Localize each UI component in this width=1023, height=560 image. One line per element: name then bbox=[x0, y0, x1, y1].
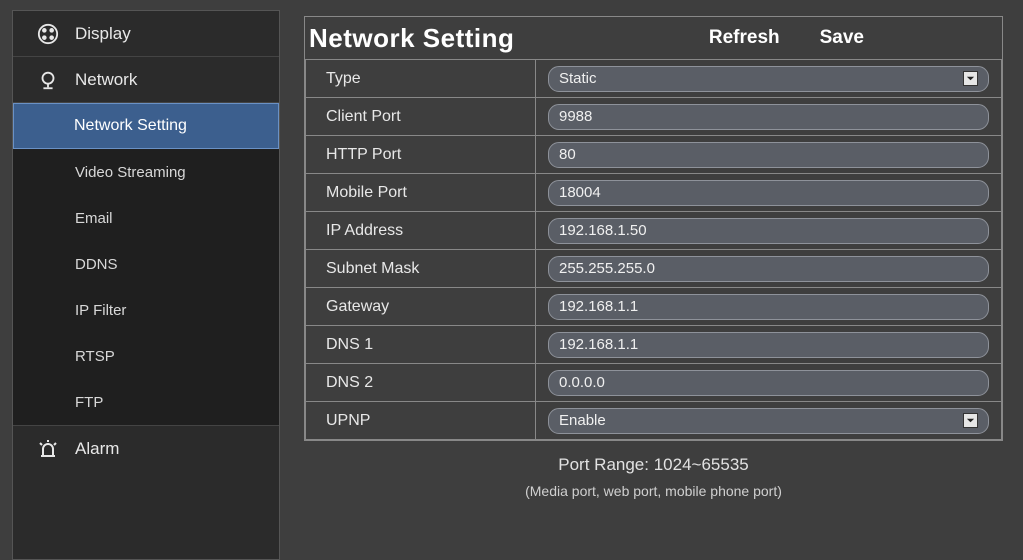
sidebar-item-label: Network Setting bbox=[74, 117, 187, 135]
port-range-sub: (Media port, web port, mobile phone port… bbox=[304, 483, 1003, 499]
row-http-port: HTTP Port 80 bbox=[306, 136, 1002, 174]
input-gateway[interactable]: 192.168.1.1 bbox=[548, 294, 989, 320]
input-value: 80 bbox=[559, 146, 576, 163]
app-container: Display Network Network Setting Video St… bbox=[0, 0, 1023, 560]
input-dns1[interactable]: 192.168.1.1 bbox=[548, 332, 989, 358]
refresh-button[interactable]: Refresh bbox=[709, 27, 780, 49]
row-client-port: Client Port 9988 bbox=[306, 98, 1002, 136]
main-content: Network Setting Refresh Save Type Static bbox=[280, 10, 1023, 560]
input-value: 9988 bbox=[559, 108, 592, 125]
select-type[interactable]: Static bbox=[548, 66, 989, 92]
sidebar-item-label: Email bbox=[75, 210, 113, 227]
title-actions: Refresh Save bbox=[709, 27, 864, 49]
sidebar-item-network-setting[interactable]: Network Setting bbox=[13, 103, 279, 149]
input-mobile-port[interactable]: 18004 bbox=[548, 180, 989, 206]
label-upnp: UPNP bbox=[306, 402, 536, 440]
sidebar: Display Network Network Setting Video St… bbox=[12, 10, 280, 560]
title-row: Network Setting Refresh Save bbox=[305, 17, 1002, 59]
sidebar-item-label: DDNS bbox=[75, 256, 118, 273]
network-icon bbox=[35, 67, 61, 93]
sidebar-item-network[interactable]: Network bbox=[13, 57, 279, 103]
chevron-down-icon bbox=[963, 71, 978, 86]
row-upnp: UPNP Enable bbox=[306, 402, 1002, 440]
label-mobile-port: Mobile Port bbox=[306, 174, 536, 212]
input-value: 18004 bbox=[559, 184, 601, 201]
sidebar-item-alarm[interactable]: Alarm bbox=[13, 426, 279, 472]
select-value: Static bbox=[559, 70, 597, 87]
label-subnet-mask: Subnet Mask bbox=[306, 250, 536, 288]
sidebar-sublist-network: Network Setting Video Streaming Email DD… bbox=[13, 103, 279, 426]
sidebar-item-ftp[interactable]: FTP bbox=[13, 379, 279, 425]
label-dns1: DNS 1 bbox=[306, 326, 536, 364]
input-value: 0.0.0.0 bbox=[559, 374, 605, 391]
row-ip-address: IP Address 192.168.1.50 bbox=[306, 212, 1002, 250]
select-upnp[interactable]: Enable bbox=[548, 408, 989, 434]
sidebar-item-label: IP Filter bbox=[75, 302, 126, 319]
label-gateway: Gateway bbox=[306, 288, 536, 326]
sidebar-item-label: Network bbox=[75, 70, 137, 90]
input-subnet-mask[interactable]: 255.255.255.0 bbox=[548, 256, 989, 282]
label-dns2: DNS 2 bbox=[306, 364, 536, 402]
port-range-note: Port Range: 1024~65535 (Media port, web … bbox=[304, 455, 1003, 499]
row-subnet-mask: Subnet Mask 255.255.255.0 bbox=[306, 250, 1002, 288]
row-dns2: DNS 2 0.0.0.0 bbox=[306, 364, 1002, 402]
page-title: Network Setting bbox=[309, 23, 514, 54]
chevron-down-icon bbox=[963, 413, 978, 428]
row-dns1: DNS 1 192.168.1.1 bbox=[306, 326, 1002, 364]
settings-table: Type Static Client Port 9988 bbox=[305, 59, 1002, 440]
save-button[interactable]: Save bbox=[820, 27, 864, 49]
sidebar-item-ip-filter[interactable]: IP Filter bbox=[13, 287, 279, 333]
sidebar-item-ddns[interactable]: DDNS bbox=[13, 241, 279, 287]
label-ip-address: IP Address bbox=[306, 212, 536, 250]
sidebar-item-label: FTP bbox=[75, 394, 103, 411]
row-gateway: Gateway 192.168.1.1 bbox=[306, 288, 1002, 326]
sidebar-item-video-streaming[interactable]: Video Streaming bbox=[13, 149, 279, 195]
sidebar-item-label: Video Streaming bbox=[75, 164, 186, 181]
port-range-text: Port Range: 1024~65535 bbox=[304, 455, 1003, 475]
display-icon bbox=[35, 21, 61, 47]
row-mobile-port: Mobile Port 18004 bbox=[306, 174, 1002, 212]
label-type: Type bbox=[306, 60, 536, 98]
input-value: 192.168.1.1 bbox=[559, 336, 638, 353]
input-value: 192.168.1.1 bbox=[559, 298, 638, 315]
sidebar-item-label: RTSP bbox=[75, 348, 115, 365]
sidebar-item-rtsp[interactable]: RTSP bbox=[13, 333, 279, 379]
row-type: Type Static bbox=[306, 60, 1002, 98]
input-http-port[interactable]: 80 bbox=[548, 142, 989, 168]
label-http-port: HTTP Port bbox=[306, 136, 536, 174]
sidebar-item-label: Alarm bbox=[75, 439, 119, 459]
label-client-port: Client Port bbox=[306, 98, 536, 136]
sidebar-item-email[interactable]: Email bbox=[13, 195, 279, 241]
select-value: Enable bbox=[559, 412, 606, 429]
input-dns2[interactable]: 0.0.0.0 bbox=[548, 370, 989, 396]
sidebar-item-label: Display bbox=[75, 24, 131, 44]
alarm-icon bbox=[35, 436, 61, 462]
settings-panel: Network Setting Refresh Save Type Static bbox=[304, 16, 1003, 441]
input-client-port[interactable]: 9988 bbox=[548, 104, 989, 130]
input-value: 255.255.255.0 bbox=[559, 260, 655, 277]
sidebar-item-display[interactable]: Display bbox=[13, 11, 279, 57]
input-ip-address[interactable]: 192.168.1.50 bbox=[548, 218, 989, 244]
input-value: 192.168.1.50 bbox=[559, 222, 647, 239]
